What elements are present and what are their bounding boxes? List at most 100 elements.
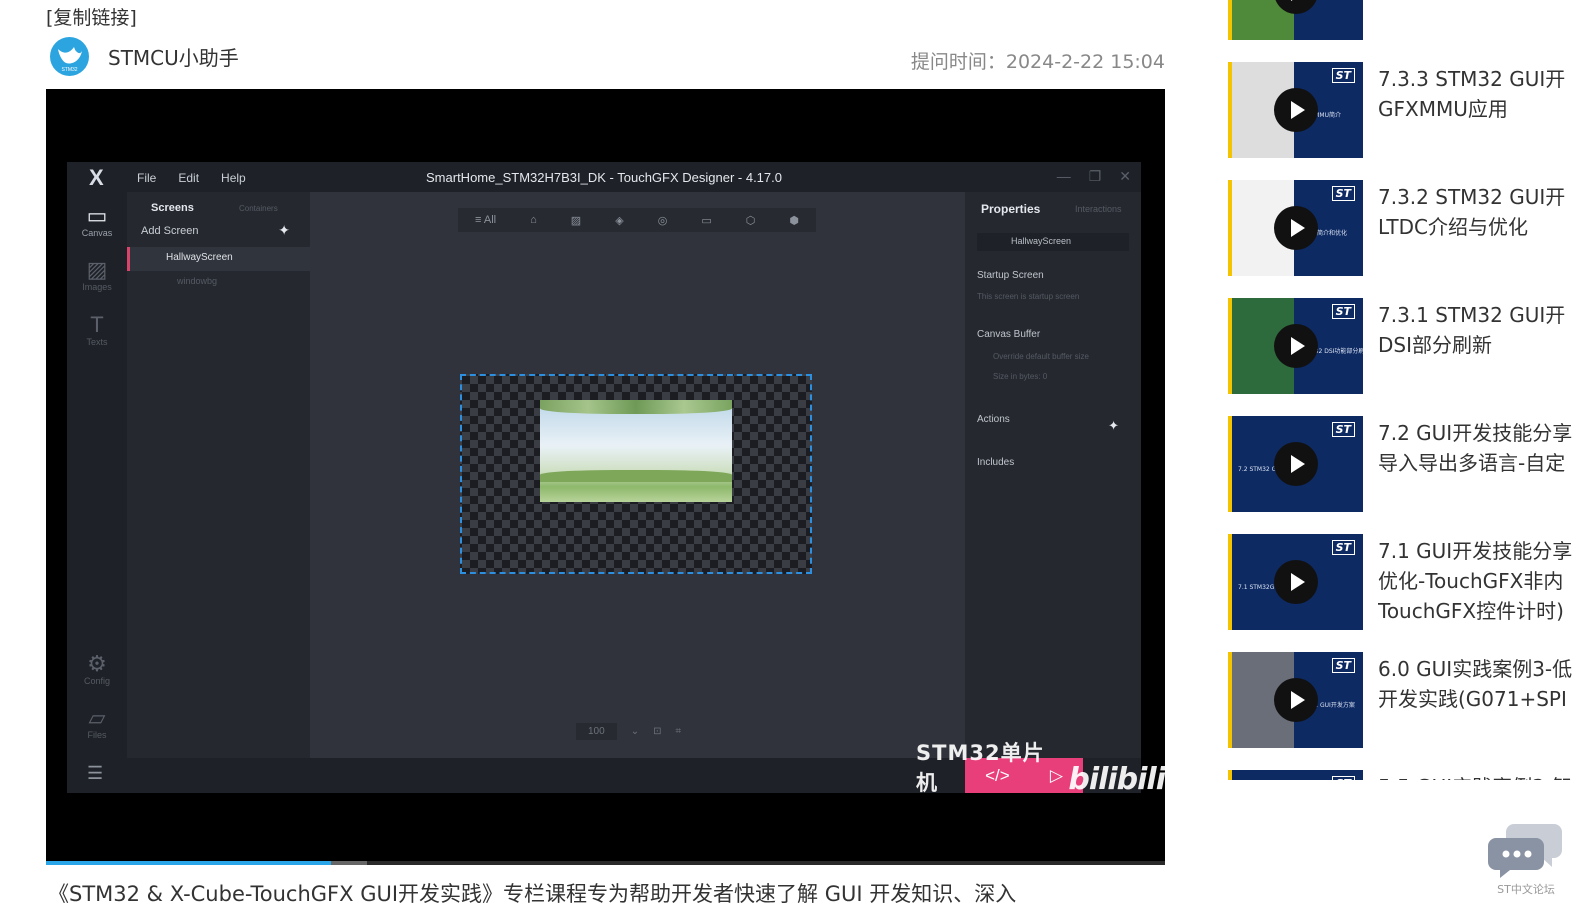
- hedge-image: [540, 470, 732, 482]
- watermark-text: STM32单片机: [916, 741, 1045, 795]
- video-item[interactable]: ST G071 GUI开发方案 6.0 GUI实践案例3-低 开发实践(G071…: [1228, 652, 1576, 748]
- fit-icon: ⊡: [653, 725, 662, 737]
- video-title-line: 5.5 GUI实践案例2-智: [1378, 772, 1576, 780]
- includes-label: Includes: [977, 457, 1015, 468]
- video-title[interactable]: 5.5 GUI实践案例2-智: [1378, 772, 1576, 780]
- left-rail: ▭ Canvas ▨ Images T Texts ⚙ Config ▱ Fil…: [67, 192, 127, 793]
- st-logo-icon: ST: [1331, 68, 1355, 83]
- video-player[interactable]: X File Edit Help SmartHome_STM32H7B3I_DK…: [46, 89, 1166, 865]
- rail-label: Images: [82, 282, 112, 292]
- video-title[interactable]: 7.3.2 STM32 GUI开 LTDC介绍与优化: [1378, 182, 1576, 242]
- video-title-line: 开发实践(G071+SPI: [1378, 687, 1567, 711]
- canvas-buffer-label: Canvas Buffer: [977, 329, 1041, 340]
- play-icon[interactable]: [1274, 442, 1318, 486]
- video-title[interactable]: 7.1 GUI开发技能分享 优化-TouchGFX非内 TouchGFX控件计时…: [1378, 536, 1576, 626]
- add-action-icon: ✦: [1108, 418, 1119, 433]
- st-logo-icon: ST: [1331, 776, 1355, 780]
- texts-icon: T: [90, 312, 104, 337]
- video-title[interactable]: 7.3.1 STM32 GUI开 DSI部分刷新: [1378, 300, 1576, 360]
- screen-name: HallwayScreen: [166, 252, 233, 263]
- video-title[interactable]: 7.2 GUI开发技能分享 导入导出多语言-自定: [1378, 418, 1576, 478]
- video-title[interactable]: 6.0 GUI实践案例3-低 开发实践(G071+SPI: [1378, 654, 1576, 714]
- chat-bubble-icon: [1488, 824, 1562, 878]
- chevron-down-icon: ⌄: [630, 725, 640, 737]
- screens-panel: Screens Containers Add Screen ✦ HallwayS…: [127, 192, 310, 758]
- video-item[interactable]: ST GFXMMU简介 7.3.3 STM32 GUI开 GFXMMU应用: [1228, 62, 1576, 158]
- video-thumbnail[interactable]: [1228, 0, 1363, 40]
- rail-canvas: ▭ Canvas: [67, 203, 127, 239]
- video-title-line: 优化-TouchGFX非内: [1378, 569, 1564, 593]
- bilibili-watermark: STM32单片机 bilibili: [916, 737, 1166, 797]
- video-thumbnail[interactable]: ST STM32 DSI功能部分刷新: [1228, 298, 1363, 394]
- canvas-icon: ▭: [86, 203, 108, 228]
- video-title-line: TouchGFX控件计时): [1378, 599, 1564, 623]
- rail-label: Files: [87, 730, 107, 740]
- canvas-area: ≡ All ⌂ ▨ ◈ ◎ ▭ ⬡ ⬢ 100 ⌄ ⊡ ⌗: [310, 192, 965, 758]
- play-icon[interactable]: [1274, 206, 1318, 250]
- author-name[interactable]: STMCU小助手: [108, 42, 239, 71]
- play-icon[interactable]: [1274, 560, 1318, 604]
- trees-image: [540, 400, 732, 414]
- crop-icon: ⌗: [675, 725, 682, 737]
- startup-screen-sub: This screen is startup screen: [977, 292, 1080, 301]
- video-thumbnail[interactable]: ST GFXMMU简介: [1228, 62, 1363, 158]
- video-item[interactable]: ST 7.1 STM32GUI开发技能分享 7.1 GUI开发技能分享 优化-T…: [1228, 534, 1576, 630]
- tab-containers: Containers: [239, 204, 278, 213]
- cube-widget-icon: ⬡: [745, 214, 756, 227]
- svg-text:STM32: STM32: [61, 67, 77, 73]
- canvas-buffer-size: Size in bytes: 0: [993, 372, 1048, 381]
- image-widget-icon: ▨: [570, 214, 582, 227]
- rail-config: ⚙ Config: [67, 652, 127, 687]
- copy-link[interactable]: [复制链接]: [46, 3, 137, 30]
- rail-files: ▱ Files: [67, 705, 127, 741]
- play-icon[interactable]: [1274, 324, 1318, 368]
- play-icon[interactable]: [1274, 88, 1318, 132]
- properties-panel: Properties Interactions HallwayScreen St…: [965, 192, 1141, 758]
- video-title-line: 导入导出多语言-自定: [1378, 451, 1566, 475]
- video-item[interactable]: ST STM32 DSI功能部分刷新 7.3.1 STM32 GUI开 DSI部…: [1228, 298, 1576, 394]
- rail-label: Texts: [86, 337, 108, 347]
- video-progress-bar[interactable]: [46, 861, 1165, 865]
- folder-icon: ▱: [88, 705, 106, 730]
- toolbar-all: ≡ All: [475, 214, 497, 226]
- hamburger-icon: ☰: [87, 763, 104, 783]
- video-thumbnail[interactable]: ST LTDC简介和优化: [1228, 180, 1363, 276]
- video-item[interactable]: ST 7.2 STM32 GUI开发 7.2 GUI开发技能分享 导入导出多语言…: [1228, 416, 1576, 512]
- video-thumbnail[interactable]: ST 7.1 STM32GUI开发技能分享: [1228, 534, 1363, 630]
- tab-interactions: Interactions: [1075, 204, 1122, 214]
- widget-toolbar: ≡ All ⌂ ▨ ◈ ◎ ▭ ⬡ ⬢: [458, 208, 816, 232]
- button-widget-icon: ⌂: [530, 214, 537, 226]
- zoom-value: 100: [576, 722, 617, 740]
- video-thumbnail[interactable]: ST 7.2 STM32 GUI开发: [1228, 416, 1363, 512]
- st-logo-icon: ST: [1331, 422, 1355, 437]
- rail-images: ▨ Images: [67, 258, 127, 293]
- window-controls: — ❐ ✕: [1057, 168, 1131, 185]
- video-thumbnail[interactable]: ST: [1228, 770, 1363, 780]
- video-title-line: 7.3.2 STM32 GUI开: [1378, 185, 1566, 209]
- video-title-line: 7.2 GUI开发技能分享: [1378, 421, 1573, 445]
- video-item[interactable]: ST LTDC简介和优化 7.3.2 STM32 GUI开 LTDC介绍与优化: [1228, 180, 1576, 276]
- video-item[interactable]: ST 5.5 GUI实践案例2-智: [1228, 770, 1576, 780]
- touchgfx-designer-frame: X File Edit Help SmartHome_STM32H7B3I_DK…: [67, 162, 1141, 793]
- related-videos-sidebar: ST GFXMMU简介 7.3.3 STM32 GUI开 GFXMMU应用 ST…: [1228, 0, 1576, 780]
- rail-texts: T Texts: [67, 312, 127, 348]
- video-title[interactable]: 7.3.3 STM32 GUI开 GFXMMU应用: [1378, 64, 1576, 124]
- text-widget-icon: ▭: [701, 214, 712, 227]
- forum-chat-button[interactable]: ST中文论坛: [1488, 820, 1564, 900]
- screen-item: HallwayScreen: [127, 247, 310, 271]
- avatar[interactable]: STM32: [50, 37, 89, 76]
- rail-label: Config: [83, 676, 110, 686]
- video-title-line: 7.1 GUI开发技能分享: [1378, 539, 1573, 563]
- close-icon: ✕: [1119, 168, 1131, 184]
- video-title-line: 7.3.1 STM32 GUI开: [1378, 303, 1566, 327]
- app-title: SmartHome_STM32H7B3I_DK - TouchGFX Desig…: [426, 170, 782, 185]
- video-title-line: GFXMMU应用: [1378, 97, 1508, 121]
- video-thumbnail[interactable]: ST G071 GUI开发方案: [1228, 652, 1363, 748]
- screen-preview: [460, 374, 812, 574]
- shape-widget-icon: ◎: [657, 214, 668, 227]
- author-info: STM32 STMCU小助手: [50, 37, 239, 76]
- video-item[interactable]: [1228, 0, 1576, 40]
- play-icon[interactable]: [1274, 678, 1318, 722]
- rail-label: Canvas: [81, 228, 113, 238]
- background-image: [540, 400, 732, 502]
